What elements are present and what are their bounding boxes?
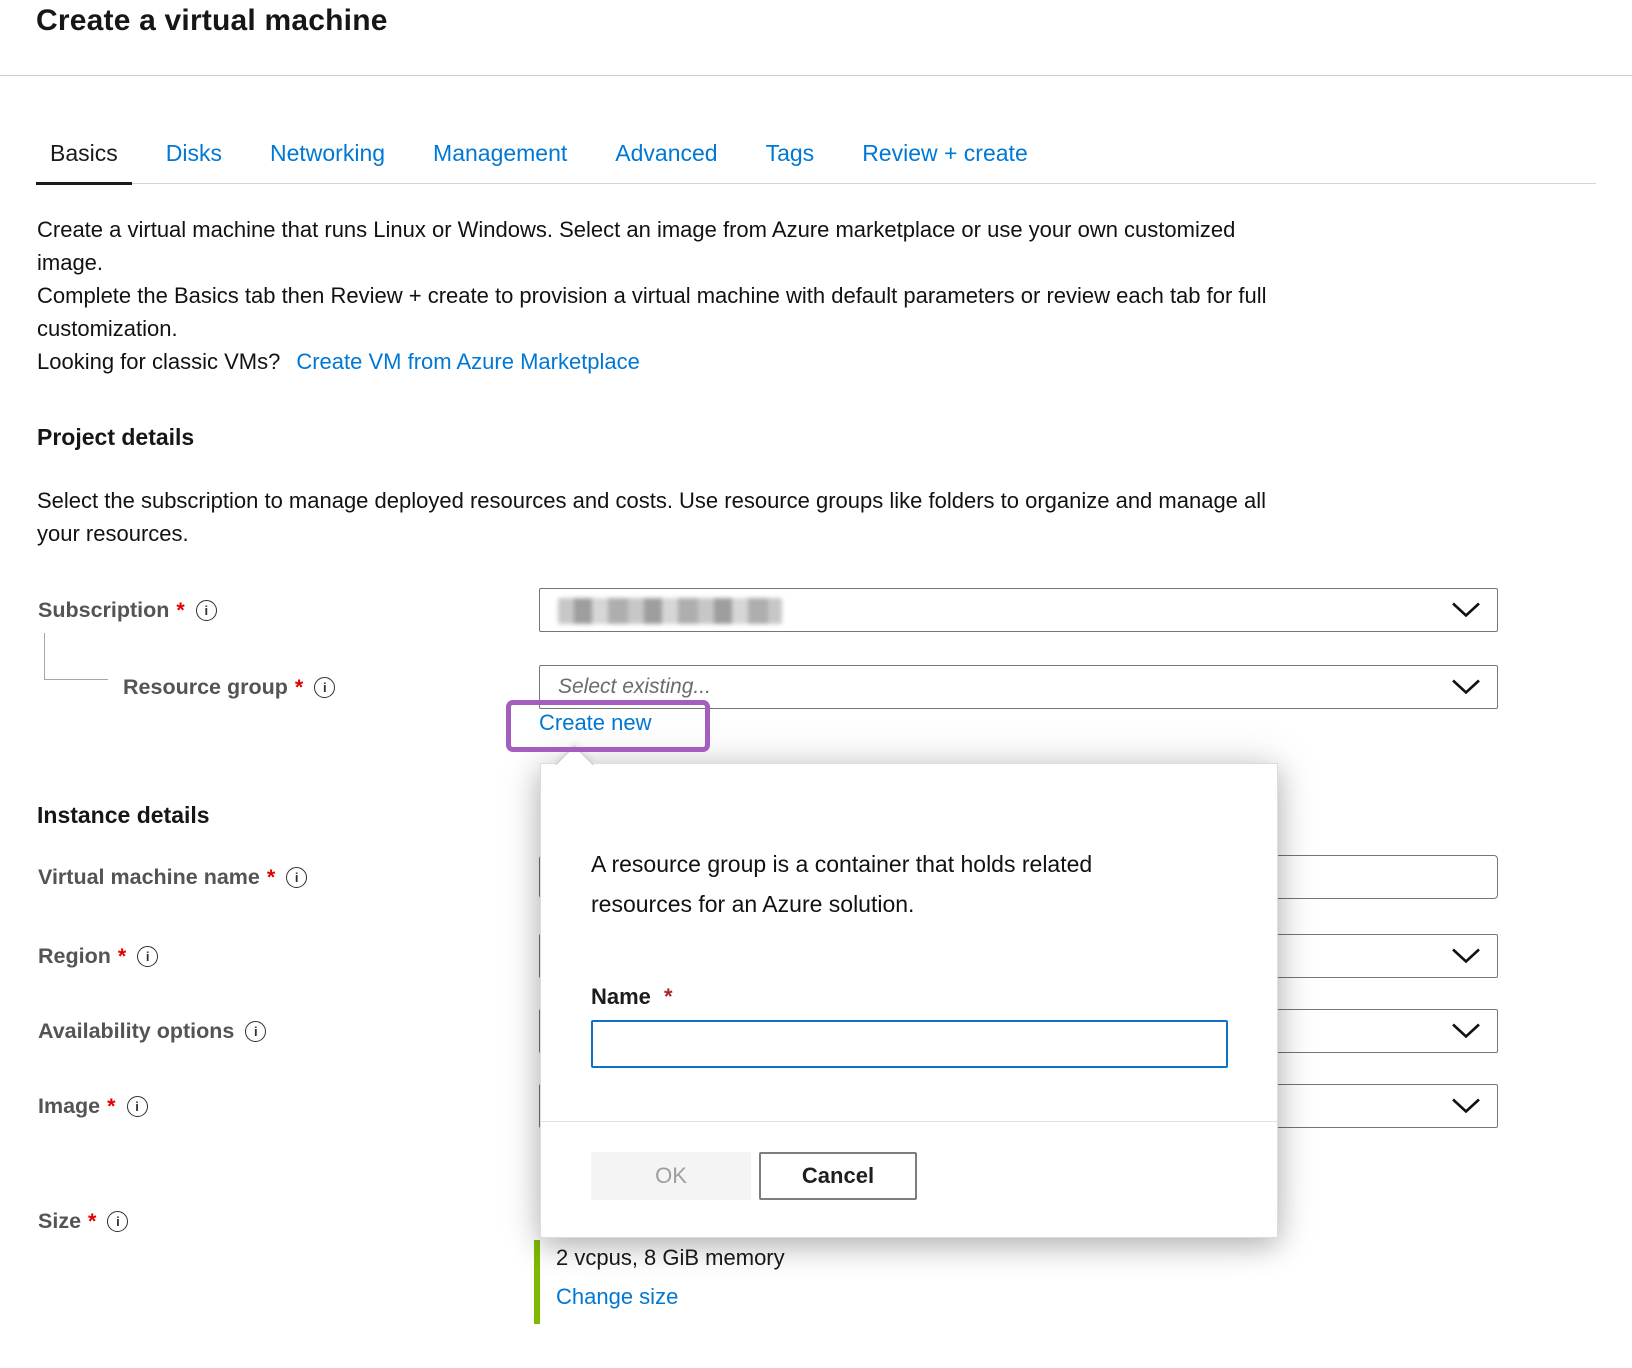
image-label: Image * i [38,1084,148,1128]
size-value-text: 2 vcpus, 8 GiB memory [556,1245,785,1271]
tab-bar: Basics Disks Networking Management Advan… [36,130,1596,184]
info-icon[interactable]: i [314,677,335,698]
tab-review-create[interactable]: Review + create [848,130,1042,185]
resource-group-placeholder: Select existing... [558,666,711,708]
chevron-down-icon [1451,1023,1481,1040]
intro-paragraph-2: Complete the Basics tab then Review + cr… [37,279,1547,345]
required-asterisk: * [267,865,275,890]
project-details-description: Select the subscription to manage deploy… [37,484,1547,550]
chevron-down-icon [1451,1098,1481,1115]
subscription-dropdown[interactable] [539,588,1498,632]
create-vm-page: Create a virtual machine Basics Disks Ne… [0,0,1632,1368]
required-asterisk: * [88,1209,96,1234]
required-asterisk: * [295,675,303,700]
info-icon[interactable]: i [127,1096,148,1117]
popup-name-label: Name * [591,984,673,1010]
page-title: Create a virtual machine [36,4,388,38]
header-divider [0,75,1632,76]
tab-networking[interactable]: Networking [256,130,399,185]
required-asterisk: * [664,984,673,1009]
region-label: Region * i [38,934,158,978]
create-new-link[interactable]: Create new [539,710,652,736]
subscription-value-redacted [558,598,782,624]
info-icon[interactable]: i [245,1021,266,1042]
chevron-down-icon [1451,602,1481,619]
create-resource-group-popup: A resource group is a container that hol… [540,763,1278,1238]
resource-group-dropdown[interactable]: Select existing... [539,665,1498,709]
tab-advanced[interactable]: Advanced [601,130,731,185]
ok-button[interactable]: OK [591,1152,751,1200]
change-size-link[interactable]: Change size [556,1284,678,1310]
intro-paragraph-1: Create a virtual machine that runs Linux… [37,213,1547,279]
required-asterisk: * [118,944,126,969]
size-summary: 2 vcpus, 8 GiB memory Change size [534,1240,785,1324]
instance-details-heading: Instance details [37,802,210,829]
required-asterisk: * [107,1094,115,1119]
project-details-heading: Project details [37,424,194,451]
size-label: Size * i [38,1199,128,1243]
chevron-down-icon [1451,948,1481,965]
info-icon[interactable]: i [107,1211,128,1232]
info-icon[interactable]: i [137,946,158,967]
intro-text: Create a virtual machine that runs Linux… [37,213,1547,378]
popup-description: A resource group is a container that hol… [591,844,1241,924]
classic-vms-prompt: Looking for classic VMs? [37,345,280,378]
info-icon[interactable]: i [286,867,307,888]
required-asterisk: * [176,598,184,623]
popup-footer-divider [541,1121,1277,1122]
tab-basics[interactable]: Basics [36,130,132,185]
resource-group-label: Resource group * i [123,665,335,709]
create-vm-marketplace-link[interactable]: Create VM from Azure Marketplace [296,345,640,378]
info-icon[interactable]: i [196,600,217,621]
subscription-label: Subscription * i [38,588,217,632]
vm-name-label: Virtual machine name * i [38,855,307,899]
cancel-button[interactable]: Cancel [759,1152,917,1200]
tab-disks[interactable]: Disks [152,130,236,185]
tab-management[interactable]: Management [419,130,581,185]
chevron-down-icon [1451,679,1481,696]
tree-connector-horizontal [44,679,108,680]
availability-options-label: Availability options i [38,1009,266,1053]
tree-connector-vertical [44,633,45,679]
resource-group-name-input[interactable] [591,1020,1228,1068]
tab-tags[interactable]: Tags [752,130,829,185]
